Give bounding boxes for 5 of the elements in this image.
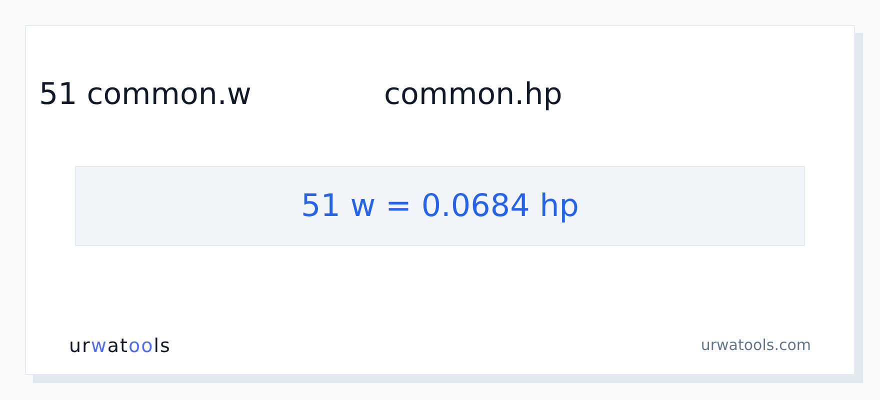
source-unit: 51 common.w	[39, 76, 252, 114]
site-url: urwatools.com	[700, 334, 811, 356]
target-unit: common.hp	[384, 76, 562, 114]
conversion-result: 51 w = 0.0684 hp	[301, 186, 579, 226]
logo: urwatools	[69, 334, 171, 358]
